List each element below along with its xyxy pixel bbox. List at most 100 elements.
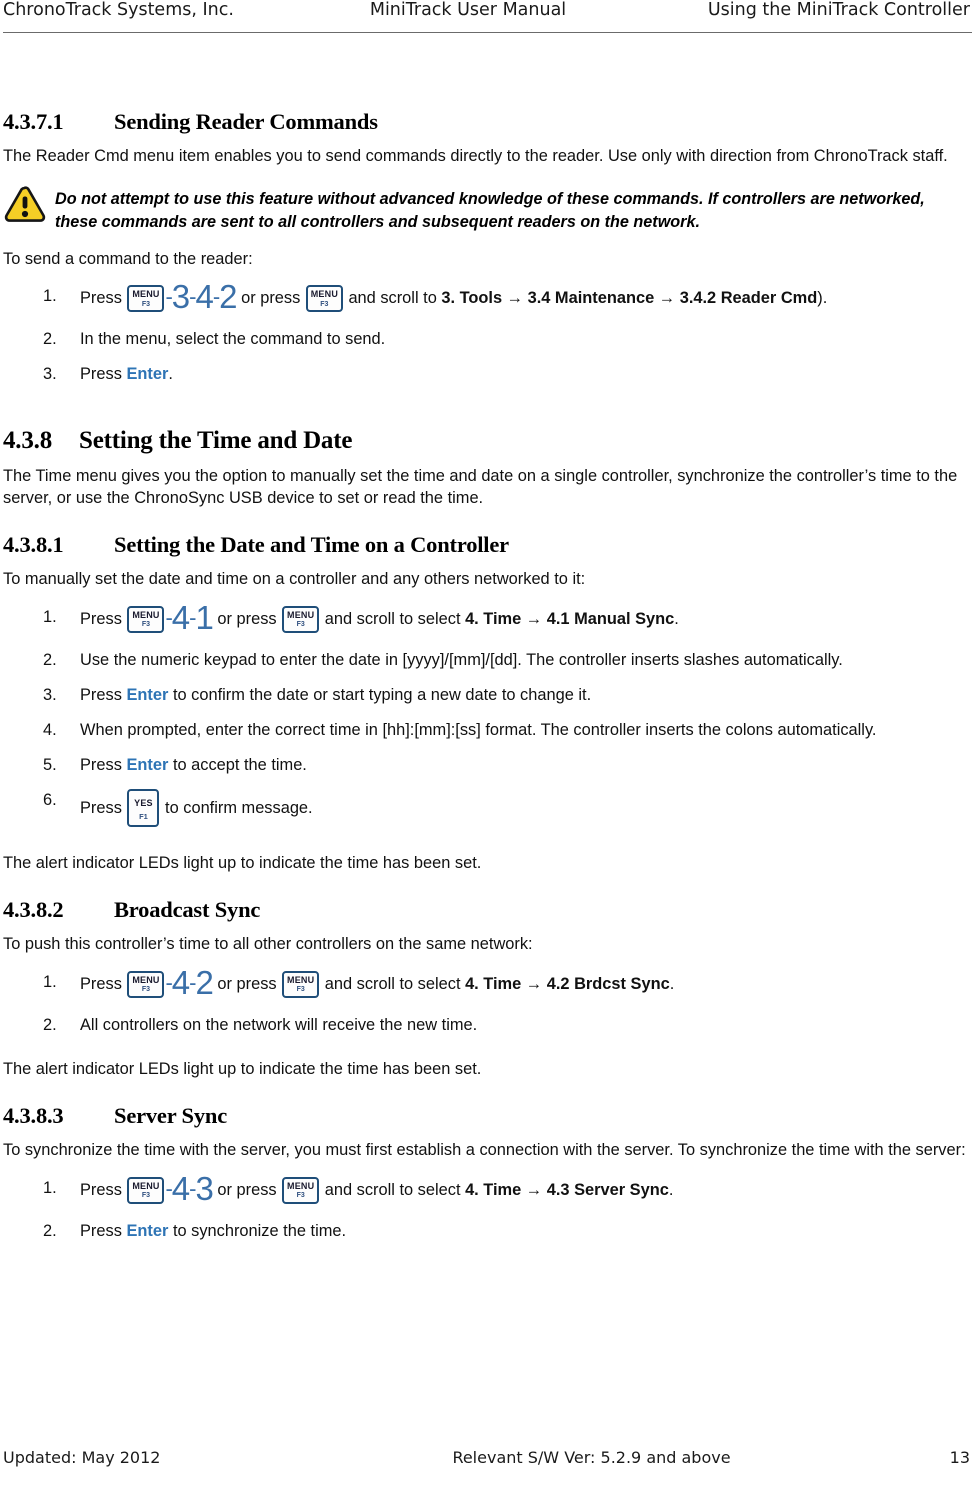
list-item-text: When prompted, enter the correct time in…	[80, 720, 877, 739]
list-item-number: 3.	[43, 365, 57, 383]
or-press-label: or press	[217, 974, 277, 993]
closing-4-3-8-2: The alert indicator LEDs light up to ind…	[3, 1059, 482, 1078]
menu-key-label: MENU	[132, 1180, 160, 1191]
menu-key-icon[interactable]: MENU F3	[127, 285, 165, 312]
list-item-tail: to confirm the date or start typing a ne…	[172, 685, 592, 704]
list-item-number: 1.	[43, 972, 57, 991]
menu-key-icon[interactable]: MENU F3	[282, 1176, 320, 1204]
lead-in-4-3-8-2: To push this controller’s time to all ot…	[3, 935, 533, 953]
keypad-digit: 3	[195, 1169, 213, 1207]
heading-text: Server Sync	[114, 1103, 227, 1128]
keypad-digit: 4	[171, 598, 190, 636]
keypad-digit: 4	[195, 278, 213, 315]
heading-text: Setting the Time and Date	[79, 427, 353, 454]
steps-list-4-3-8-1: 1. Press MENU F3 -4-1 or press MENU F3 and …	[3, 601, 969, 827]
list-item-text: All controllers on the network will rece…	[80, 1015, 478, 1034]
list-item-number: 2.	[43, 330, 57, 348]
header-chapter: Using the MiniTrack Controller	[707, 0, 970, 20]
press-label: Press	[80, 1180, 122, 1199]
menu-key-fn-label: F3	[320, 300, 329, 308]
menu-key-icon[interactable]: MENU F3	[282, 605, 320, 633]
and-scroll-label: and scroll to select	[324, 974, 461, 993]
and-scroll-label: and scroll to select	[324, 1180, 461, 1199]
list-item: 2. Press Enter to synchronize the time.	[3, 1220, 969, 1242]
list-item: 3. Press Enter to confirm the date or st…	[3, 684, 969, 706]
heading-text: Setting the Date and Time on a Controlle…	[114, 532, 509, 557]
list-item: 5. Press Enter to accept the time.	[3, 754, 969, 776]
heading-number: 4.3.7.1	[3, 109, 64, 134]
press-label: Press	[80, 289, 122, 307]
paragraph-4-3-8-intro: The Time menu gives you the option to ma…	[3, 467, 958, 507]
list-item-number: 5.	[43, 755, 57, 774]
or-press-label: or press	[217, 609, 277, 628]
press-label: Press	[80, 755, 122, 774]
paragraph-4-3-7-1-intro: The Reader Cmd menu item enables you to …	[3, 147, 948, 165]
heading-4-3-8: 4.3.8 Setting the Time and Date	[3, 426, 969, 456]
yes-key-fn-label: F1	[139, 811, 148, 821]
menu-key-label: MENU	[287, 974, 315, 985]
page-footer: Updated: May 2012 Relevant S/W Ver: 5.2.…	[3, 1448, 972, 1467]
document-page: ChronoTrack Systems, Inc. MiniTrack User…	[0, 0, 975, 1492]
yes-key-label: YES	[134, 797, 153, 808]
menu-key-icon[interactable]: MENU F3	[305, 285, 343, 312]
list-item-number: 2.	[43, 650, 57, 669]
list-item-number: 6.	[43, 790, 57, 809]
enter-key-link[interactable]: Enter	[126, 756, 168, 774]
menu-key-icon[interactable]: MENU F3	[282, 970, 320, 998]
list-item: 1. Press MENU F3 -3-4-2 or press MENU F3 an…	[3, 280, 969, 313]
warning-triangle-icon	[3, 185, 47, 225]
menu-key-fn-label: F3	[141, 621, 151, 628]
list-item-text: Press MENU F3 -4-3 or press MENU F3 and scr…	[80, 1172, 673, 1205]
enter-key-link[interactable]: Enter	[126, 686, 168, 704]
menu-key-fn-label: F3	[296, 621, 305, 628]
list-item: 2. In the menu, select the command to se…	[3, 328, 969, 350]
list-item-text: Press MENU F3 -4-2 or press MENU F3 and scr…	[80, 966, 675, 999]
steps-list-4-3-8-3: 1. Press MENU F3 -4-3 or press MENU F3 and …	[3, 1172, 969, 1242]
keypad-digit: 1	[195, 598, 213, 636]
menu-key-icon[interactable]: MENU F3	[127, 970, 165, 998]
list-item-text: Press MENU F3 -3-4-2 or press MENU F3 and s…	[80, 280, 828, 313]
heading-4-3-7-1: 4.3.7.1 Sending Reader Commands	[3, 108, 969, 136]
heading-number: 4.3.8.3	[3, 1103, 64, 1128]
or-press-label: or press	[217, 1180, 277, 1199]
press-label: Press	[80, 974, 122, 993]
warning-text: Do not attempt to use this feature witho…	[55, 189, 925, 231]
list-item: 1. Press MENU F3 -4-2 or press MENU F3 and …	[3, 966, 969, 999]
list-item: 4. When prompted, enter the correct time…	[3, 719, 969, 741]
list-item: 2. Use the numeric keypad to enter the d…	[3, 649, 969, 671]
list-item-number: 2.	[43, 1221, 57, 1240]
heading-number: 4.3.8.2	[3, 897, 64, 922]
menu-path: 3. Tools → 3.4 Maintenance → 3.4.2 Reade…	[441, 289, 818, 307]
enter-key-link[interactable]: Enter	[126, 1222, 168, 1240]
list-item-number: 2.	[43, 1015, 57, 1034]
list-item-text: Press MENU F3 -4-1 or press MENU F3 and scr…	[80, 601, 679, 634]
list-item-number: 1.	[43, 607, 57, 626]
menu-key-label: MENU	[287, 1180, 315, 1191]
yes-key-icon[interactable]: YES F1	[127, 788, 160, 827]
keypad-digit: 4	[171, 1169, 190, 1207]
and-scroll-label: and scroll to select	[324, 609, 461, 628]
menu-key-fn-label: F3	[141, 986, 151, 993]
steps-list-4-3-7-1: 1. Press MENU F3 -3-4-2 or press MENU F3 an…	[3, 280, 969, 385]
keypad-digit: 2	[195, 963, 213, 1001]
lead-in-4-3-8-3: To synchronize the time with the server,…	[3, 1141, 966, 1159]
list-item-tail: ).	[817, 289, 828, 307]
list-item-tail: to synchronize the time.	[172, 1221, 347, 1240]
list-item: 1. Press MENU F3 -4-1 or press MENU F3 and …	[3, 601, 969, 634]
lead-in-4-3-7-1: To send a command to the reader:	[3, 249, 253, 268]
press-label: Press	[80, 609, 122, 628]
keypad-digit: 4	[171, 963, 190, 1001]
list-item-number: 4.	[43, 720, 57, 739]
menu-key-fn-label: F3	[141, 300, 151, 308]
menu-key-label: MENU	[310, 289, 339, 299]
list-item-text: Press Enter.	[80, 365, 173, 383]
list-item-tail: .	[669, 974, 675, 993]
menu-key-icon[interactable]: MENU F3	[127, 605, 165, 633]
menu-key-fn-label: F3	[296, 986, 305, 993]
enter-key-link[interactable]: Enter	[126, 365, 168, 383]
menu-key-icon[interactable]: MENU F3	[127, 1176, 165, 1204]
heading-text: Broadcast Sync	[114, 897, 261, 922]
menu-key-label: MENU	[287, 609, 315, 620]
press-label: Press	[80, 1221, 122, 1240]
heading-number: 4.3.8.1	[3, 532, 64, 557]
